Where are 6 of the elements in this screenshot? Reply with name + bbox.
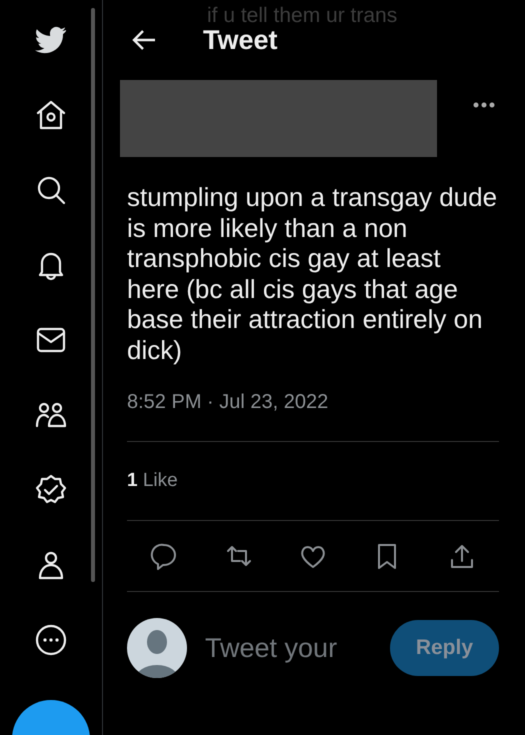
back-icon[interactable] (131, 29, 157, 51)
tweet-text: stumpling upon a transgay dude is more likely than a non transphobic cis gay at least here (bc all cis gays that age base their attraction entirely on dick) (127, 182, 498, 365)
scrollbar[interactable] (91, 8, 95, 582)
likes-count[interactable]: 1 Like (127, 466, 178, 496)
tweet-timestamp[interactable]: 8:52 PM · Jul 23, 2022 (127, 391, 328, 413)
more-icon[interactable] (473, 102, 495, 108)
